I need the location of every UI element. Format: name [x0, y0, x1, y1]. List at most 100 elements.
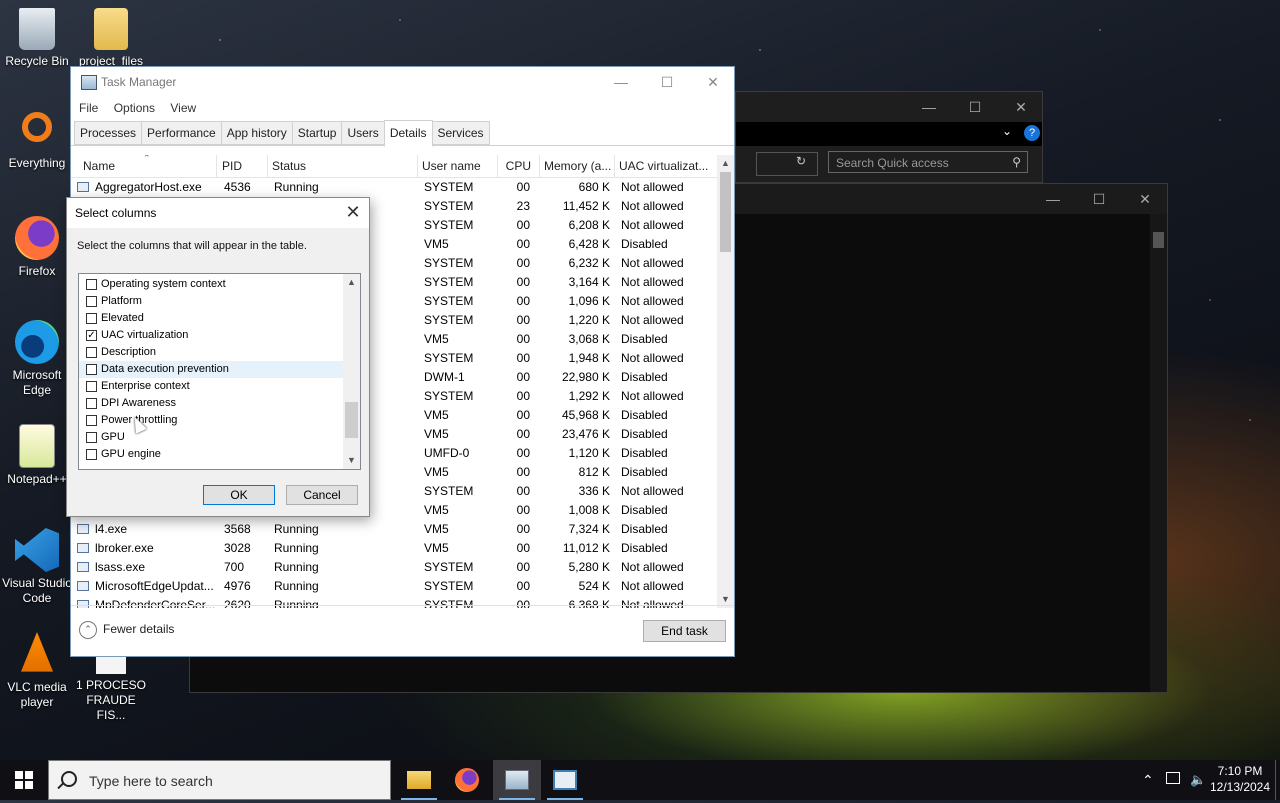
column-option[interactable]: GPU	[79, 429, 343, 446]
column-option[interactable]: DPI Awareness	[79, 395, 343, 412]
maximize-button[interactable]: ☐	[952, 92, 998, 122]
close-button[interactable]: ✕	[1122, 184, 1168, 214]
scroll-down-icon[interactable]: ▼	[343, 452, 360, 469]
scroll-up-icon[interactable]: ▲	[343, 274, 360, 291]
maximize-button[interactable]: ☐	[644, 67, 690, 97]
menu-view[interactable]: View	[170, 97, 196, 119]
title-bar[interactable]: Task Manager — ☐ ✕	[71, 67, 734, 97]
scroll-thumb[interactable]	[720, 172, 731, 252]
checkbox[interactable]	[86, 279, 97, 290]
network-icon[interactable]	[1166, 772, 1180, 784]
close-button[interactable]: ✕	[998, 92, 1044, 122]
checkbox[interactable]	[86, 398, 97, 409]
table-row[interactable]: AggregatorHost.exe 4536 Running SYSTEM 00 680…	[71, 178, 718, 197]
desktop-icon-vscode[interactable]: Visual Studio Code	[0, 528, 74, 606]
desktop-icon-everything[interactable]: Everything	[0, 112, 74, 171]
maximize-button[interactable]: ☐	[1076, 184, 1122, 214]
taskbar-task-manager[interactable]	[493, 760, 541, 800]
explorer-window[interactable]: — ☐ ✕ ⌄ ? ↻ Search Quick access ⚲	[735, 91, 1043, 183]
tab-services[interactable]: Services	[431, 121, 490, 145]
column-header-pid[interactable]: PID	[218, 155, 268, 177]
dialog-title-bar[interactable]: Select columns ✕	[67, 198, 369, 228]
tab-processes[interactable]: Processes	[74, 121, 143, 145]
close-icon[interactable]: ✕	[337, 198, 369, 228]
cell-uac: Not allowed	[621, 218, 684, 232]
ok-button[interactable]: OK	[203, 485, 275, 505]
minimize-button[interactable]: —	[906, 92, 952, 122]
tab-app-history[interactable]: App history	[220, 121, 293, 145]
column-header-cpu[interactable]: CPU	[498, 155, 540, 177]
taskbar-app-window[interactable]	[541, 760, 589, 800]
column-option[interactable]: GPU engine	[79, 446, 343, 463]
select-columns-dialog[interactable]: Select columns ✕ Select the columns that…	[66, 197, 370, 517]
address-bar[interactable]	[756, 152, 818, 176]
column-header-uac[interactable]: UAC virtualizat...	[615, 155, 718, 177]
clock[interactable]: 7:10 PM 12/13/2024	[1208, 763, 1272, 803]
column-option[interactable]: Data execution prevention	[79, 361, 343, 378]
desktop-icon-document[interactable]: 1 PROCESO FRAUDE FIS...	[74, 650, 148, 723]
column-header-user-name[interactable]: User name	[418, 155, 498, 177]
table-header: Name ⌃ PID Status User name CPU Memory (…	[71, 155, 718, 178]
checkbox[interactable]	[86, 381, 97, 392]
refresh-icon[interactable]: ↻	[796, 154, 806, 168]
desktop-icon-firefox[interactable]: Firefox	[0, 216, 74, 279]
cell-mem: 1,948 K	[568, 351, 610, 365]
checkbox-checked[interactable]: ✓	[86, 330, 97, 341]
show-desktop-button[interactable]	[1275, 760, 1280, 800]
tab-details[interactable]: Details	[383, 120, 433, 147]
minimize-button[interactable]: —	[1030, 184, 1076, 214]
cancel-button[interactable]: Cancel	[286, 485, 358, 505]
desktop-icon-project-files[interactable]: project_files	[74, 8, 148, 68]
checkbox[interactable]	[86, 449, 97, 460]
column-header-memory[interactable]: Memory (a...	[540, 155, 615, 177]
checkbox[interactable]	[86, 364, 97, 375]
scroll-thumb[interactable]	[1153, 232, 1164, 248]
column-header-status[interactable]: Status	[268, 155, 418, 177]
tab-startup[interactable]: Startup	[291, 121, 343, 145]
columns-listbox[interactable]: Operating system context Platform Elevated…	[78, 273, 361, 470]
checkbox[interactable]	[86, 415, 97, 426]
console-scrollbar[interactable]	[1150, 214, 1167, 692]
desktop-icon-vlc[interactable]: VLC media player	[0, 632, 74, 710]
fewer-details-button[interactable]: ⌃ Fewer details	[79, 621, 174, 639]
column-option[interactable]: Description	[79, 344, 343, 361]
desktop-icon-notepad-plus-plus[interactable]: Notepad++	[0, 424, 74, 487]
desktop-icon-edge[interactable]: Microsoft Edge	[0, 320, 74, 398]
menu-file[interactable]: File	[79, 97, 98, 119]
taskbar-firefox[interactable]	[443, 760, 491, 800]
help-icon[interactable]: ?	[1024, 125, 1040, 141]
chevron-down-icon[interactable]: ⌄	[1002, 124, 1012, 138]
table-scrollbar[interactable]: ▲ ▼	[717, 155, 734, 608]
cell-user: SYSTEM	[424, 180, 474, 194]
table-row[interactable]: lbroker.exe 3028 Running VM5 00 11,012 K Disab…	[71, 539, 718, 558]
desktop-icon-recycle-bin[interactable]: Recycle Bin	[0, 8, 74, 69]
volume-muted-icon[interactable]: 🔈	[1190, 760, 1206, 800]
column-option[interactable]: Platform	[79, 293, 343, 310]
checkbox[interactable]	[86, 432, 97, 443]
taskbar-file-explorer[interactable]	[395, 760, 443, 800]
checkbox[interactable]	[86, 313, 97, 324]
tab-performance[interactable]: Performance	[141, 121, 222, 145]
start-button[interactable]	[0, 760, 48, 800]
close-button[interactable]: ✕	[690, 67, 736, 97]
menu-options[interactable]: Options	[114, 97, 155, 119]
column-option[interactable]: Enterprise context	[79, 378, 343, 395]
chevron-up-icon[interactable]: ⌃	[1142, 760, 1154, 800]
checkbox[interactable]	[86, 347, 97, 358]
table-row[interactable]: l4.exe 3568 Running VM5 00 7,324 K Disabled	[71, 520, 718, 539]
scroll-thumb[interactable]	[345, 402, 358, 438]
checkbox[interactable]	[86, 296, 97, 307]
end-task-button[interactable]: End task	[643, 620, 726, 642]
column-option[interactable]: Power throttling	[79, 412, 343, 429]
scroll-up-icon[interactable]: ▲	[717, 155, 734, 172]
tab-users[interactable]: Users	[341, 121, 385, 145]
column-option[interactable]: Elevated	[79, 310, 343, 327]
table-row[interactable]: lsass.exe 700 Running SYSTEM 00 5,280 K Not al…	[71, 558, 718, 577]
listbox-scrollbar[interactable]: ▲ ▼	[343, 274, 360, 469]
table-row[interactable]: MicrosoftEdgeUpdat... 4976 Running SYSTEM 00…	[71, 577, 718, 596]
column-option[interactable]: Operating system context	[79, 276, 343, 293]
taskbar-search-box[interactable]: Type here to search	[48, 760, 391, 800]
minimize-button[interactable]: —	[598, 67, 644, 97]
column-option[interactable]: ✓ UAC virtualization	[79, 327, 343, 344]
quick-access-search[interactable]: Search Quick access ⚲	[828, 151, 1028, 173]
